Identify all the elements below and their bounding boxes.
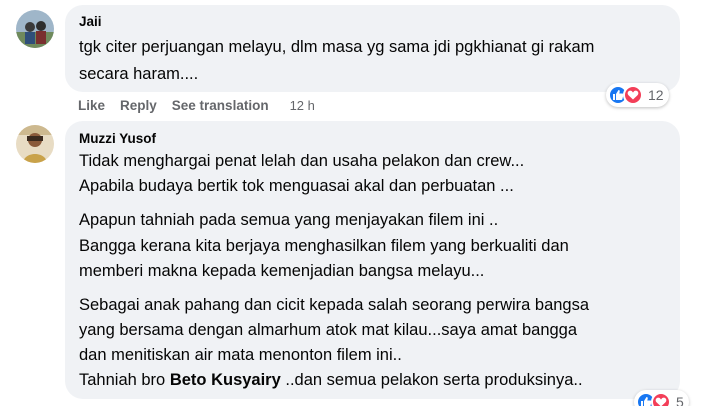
comment-text-line: Tahniah bro Beto Kusyairy ..dan semua pe… <box>79 371 583 390</box>
reply-button[interactable]: Reply <box>120 98 157 113</box>
comment-text-line: Bangga kerana kita berjaya menghasilkan … <box>79 237 569 255</box>
like-button[interactable]: Like <box>78 98 105 113</box>
reaction-count: 5 <box>676 394 684 406</box>
mention-link[interactable]: Beto Kusyairy <box>170 371 281 389</box>
comment-text-line: Tidak menghargai penat lelah dan usaha p… <box>79 152 525 170</box>
comment-text-line: dan menitiskan air mata menonton filem i… <box>79 346 402 364</box>
text-segment: ..dan semua pelakon serta produksinya.. <box>280 371 583 389</box>
love-icon <box>623 85 643 105</box>
comment-actions: Like Reply See translation 12 h <box>78 96 315 114</box>
comment-text-line: Apapun tahniah pada semua yang menjayaka… <box>79 211 499 229</box>
comment-bubble: Muzzi Yusof Tidak menghargai penat lelah… <box>65 121 680 399</box>
avatar[interactable] <box>16 125 54 163</box>
comment-text-line: secara haram.... <box>79 65 199 83</box>
avatar[interactable] <box>16 10 54 48</box>
reaction-count: 12 <box>648 87 664 103</box>
comment-text-line: Apabila budaya bertik tok menguasai akal… <box>79 177 514 195</box>
see-translation-button[interactable]: See translation <box>172 98 269 113</box>
text-segment: Tahniah bro <box>79 371 170 389</box>
comment-text-line: memberi makna kepada kemenjadian bangsa … <box>79 262 485 280</box>
comment-text-line: yang bersama dengan almarhum atok mat ki… <box>79 321 578 339</box>
comment-author[interactable]: Muzzi Yusof <box>79 131 156 146</box>
comment-text-line: Sebagai anak pahang dan cicit kepada sal… <box>79 296 590 314</box>
reactions-summary[interactable]: 5 <box>634 390 689 406</box>
love-icon <box>651 392 671 406</box>
reactions-summary[interactable]: 12 <box>606 83 669 107</box>
comment-bubble: Jaii tgk citer perjuangan melayu, dlm ma… <box>65 5 680 92</box>
comment-timestamp[interactable]: 12 h <box>290 98 315 113</box>
comment-author[interactable]: Jaii <box>79 14 102 29</box>
comment-text-line: tgk citer perjuangan melayu, dlm masa yg… <box>79 38 595 56</box>
